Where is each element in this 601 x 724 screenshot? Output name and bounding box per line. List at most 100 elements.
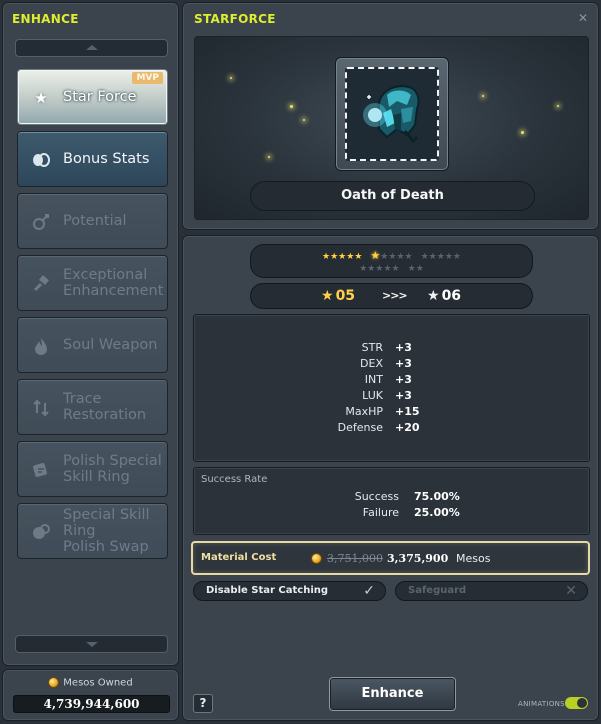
star-row: ★★★★★ ★★	[251, 264, 532, 274]
star-icon: ★	[396, 252, 405, 262]
failure-value: 25.00%	[414, 506, 460, 519]
checkmark-icon: ✓	[363, 583, 375, 599]
animations-toggle[interactable]	[565, 697, 588, 709]
mesos-owned-value: 4,739,944,600	[13, 695, 170, 713]
stat-value: +20	[395, 421, 420, 434]
polish-icon	[31, 460, 51, 480]
menu-item-exceptional-enhancement[interactable]: Exceptional Enhancement	[17, 255, 168, 311]
stat-changes-panel: STR +3 DEX +3 INT +3 LUK +3 MaxHP +15 Defense…	[193, 314, 590, 462]
star-icon: ★	[322, 252, 331, 262]
sparkle-icon	[290, 105, 293, 108]
item-slot[interactable]	[345, 67, 439, 161]
star-level-transition: ★ 05 >>> ★ 06	[250, 283, 533, 309]
star-progress-bar: ★★★★★ ★★★★★ ★★★★★ ★★★★★ ★★	[250, 244, 533, 278]
star-icon: ★	[452, 252, 461, 262]
animations-label: ANIMATIONS	[518, 700, 565, 708]
item-slot-frame	[335, 57, 449, 171]
menu-item-special-skill-ring-polish-swap[interactable]: Special Skill Ring Polish Swap	[17, 503, 168, 559]
menu-item-trace-restoration[interactable]: Trace Restoration	[17, 379, 168, 435]
trace-icon	[31, 398, 51, 418]
meso-coin-icon	[311, 553, 322, 564]
disable-star-catching-toggle[interactable]: Disable Star Catching ✓	[193, 581, 386, 601]
help-button[interactable]: ?	[193, 694, 213, 713]
star-icon: ★	[407, 264, 416, 274]
menu-item-label: Trace Restoration	[63, 391, 147, 423]
chevron-down-icon	[86, 642, 98, 647]
oath-of-death-helmet-icon	[363, 85, 420, 144]
scroll-up-button[interactable]	[15, 39, 168, 57]
menu-item-potential[interactable]: Potential	[17, 193, 168, 249]
enhance-panel-title: ENHANCE	[12, 12, 79, 26]
sparkle-icon	[557, 105, 559, 107]
success-rate-panel: Success Rate Success 75.00% Failure 25.00%	[193, 467, 590, 535]
star-icon: ★	[428, 252, 437, 262]
toggle-knob	[577, 698, 587, 708]
menu-item-label: Special Skill Ring Polish Swap	[63, 507, 150, 555]
star-icon: ★	[383, 264, 392, 274]
mesos-owned-label: Mesos Owned	[63, 677, 133, 689]
menu-item-label: Bonus Stats	[63, 151, 150, 167]
star-row: ★★★★★ ★★★★★ ★★★★★	[251, 249, 532, 262]
material-cost-panel: Material Cost 3,751,000 3,375,900 Mesos	[191, 541, 590, 575]
sparkle-icon	[521, 131, 524, 134]
stat-value: +15	[395, 405, 420, 418]
starforce-title: STARFORCE	[194, 12, 276, 26]
menu-item-label: Soul Weapon	[63, 337, 158, 353]
original-cost: 3,751,000	[327, 552, 383, 565]
enhance-panel: ENHANCE ★ Star Force MVP Bonus Stats Pot…	[2, 2, 179, 666]
meso-coin-icon	[48, 677, 60, 688]
level-arrows: >>>	[382, 289, 408, 302]
item-preview: Oath of Death	[194, 36, 589, 220]
menu-item-polish-special-skill-ring[interactable]: Polish Special Skill Ring	[17, 441, 168, 497]
menu-item-star-force[interactable]: ★ Star Force MVP	[17, 69, 168, 125]
star-icon: ★	[415, 264, 424, 274]
cost-unit: Mesos	[456, 552, 491, 565]
discounted-cost: 3,375,900	[387, 552, 449, 565]
flame-icon	[31, 336, 51, 356]
close-icon[interactable]: ✕	[578, 11, 588, 25]
menu-item-bonus-stats[interactable]: Bonus Stats	[17, 131, 168, 187]
sparkle-icon	[268, 156, 270, 158]
stat-name: MaxHP	[345, 405, 383, 418]
success-label: Success	[354, 490, 399, 503]
chevron-up-icon	[86, 45, 98, 50]
next-star-level-value: 06	[441, 288, 462, 304]
success-rate-title: Success Rate	[201, 474, 268, 485]
enhance-button[interactable]: Enhance	[329, 677, 456, 711]
star-icon: ★	[370, 249, 381, 262]
stat-name: Defense	[337, 421, 383, 434]
menu-item-soul-weapon[interactable]: Soul Weapon	[17, 317, 168, 373]
menu-item-label: Potential	[63, 213, 127, 229]
scroll-down-button[interactable]	[15, 635, 168, 653]
star-icon: ★	[391, 264, 400, 274]
material-cost-label: Material Cost	[201, 552, 277, 563]
success-value: 75.00%	[414, 490, 460, 503]
mesos-owned-panel: Mesos Owned 4,739,944,600	[2, 669, 179, 721]
potential-icon	[31, 212, 51, 232]
disable-star-catching-label: Disable Star Catching	[206, 585, 329, 596]
star-icon: ★	[427, 288, 440, 304]
stat-name: INT	[364, 373, 383, 386]
sparkle-icon	[482, 95, 484, 97]
swap-icon	[31, 522, 51, 542]
stat-name: DEX	[360, 357, 383, 370]
star-icon: ★	[420, 252, 429, 262]
stat-value: +3	[395, 357, 412, 370]
next-star-level: ★ 06	[427, 288, 461, 304]
stat-name: STR	[361, 341, 383, 354]
star-icon: ★	[444, 252, 453, 262]
sparkle-icon	[230, 77, 232, 79]
cross-icon: ✕	[565, 583, 577, 599]
star-icon: ★	[321, 288, 334, 304]
star-icon: ★	[436, 252, 445, 262]
bonus-stats-icon	[31, 150, 51, 170]
stat-name: LUK	[362, 389, 383, 402]
item-name: Oath of Death	[250, 181, 535, 211]
starforce-panel: STARFORCE ✕ Oath of Death	[182, 2, 599, 230]
mesos-owned-header: Mesos Owned	[3, 677, 178, 689]
star-icon: ★	[330, 252, 339, 262]
safeguard-toggle[interactable]: Safeguard ✕	[395, 581, 588, 601]
stat-value: +3	[395, 373, 412, 386]
current-star-level: ★ 05	[321, 288, 355, 304]
current-star-level-value: 05	[335, 288, 356, 304]
